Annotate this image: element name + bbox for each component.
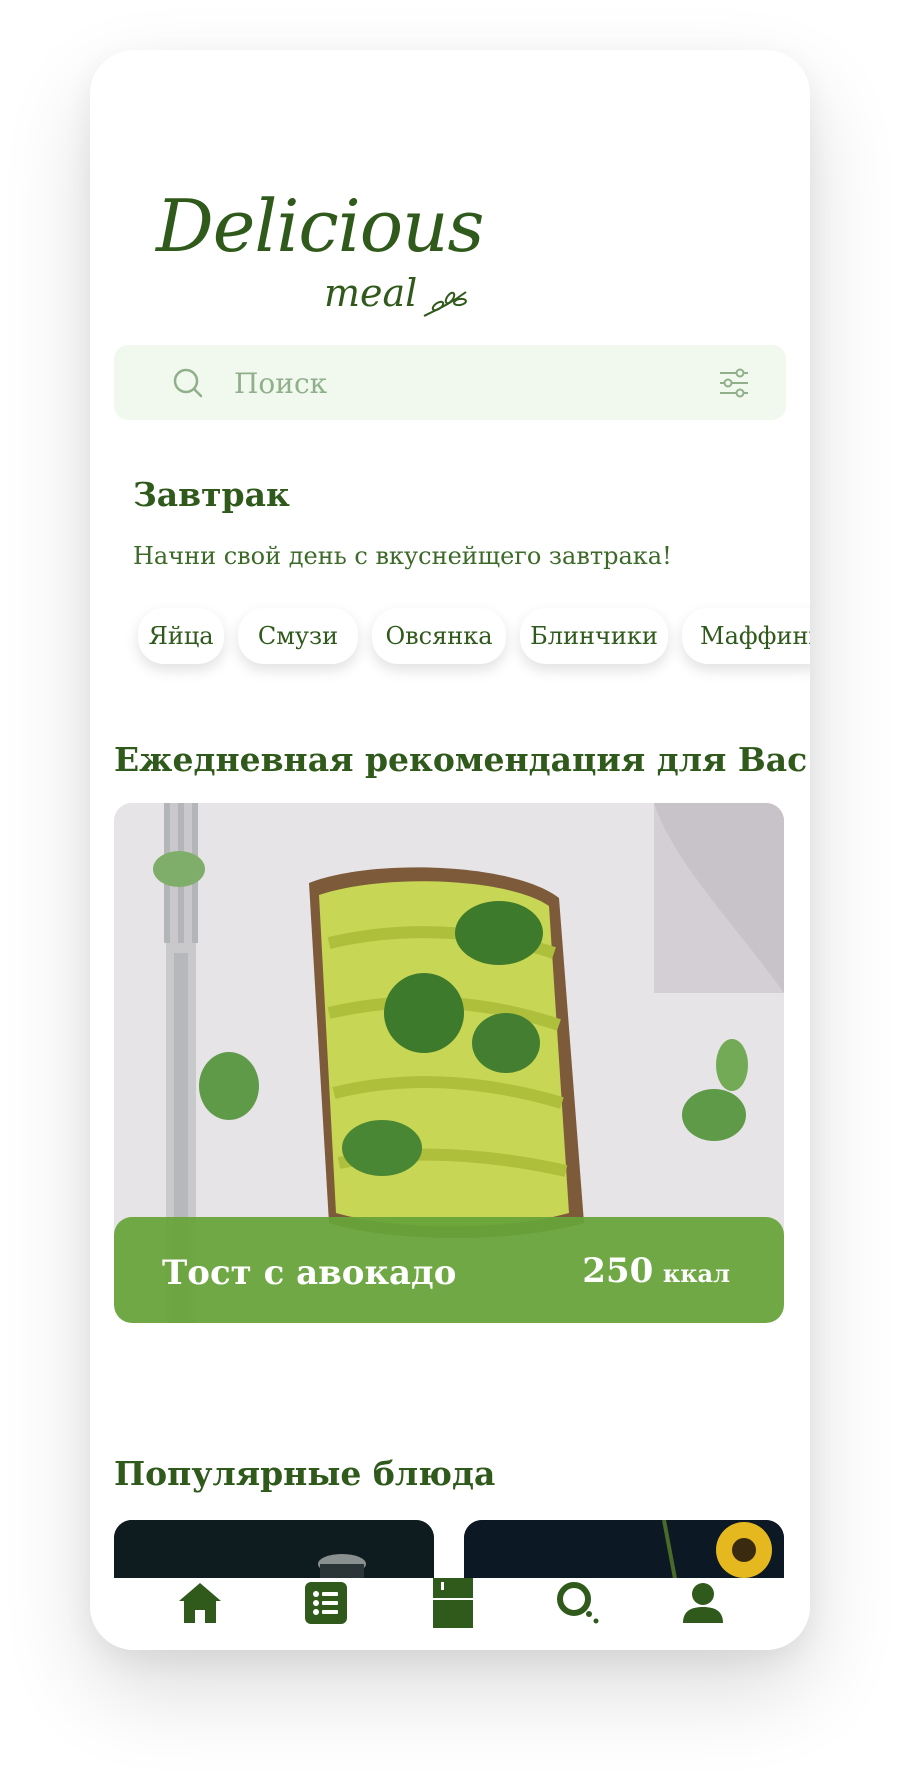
dish-name: Тост с авокадо [162,1253,457,1293]
breakfast-title: Завтрак [133,475,290,514]
dish-calories: 250 ккал [582,1251,730,1291]
fridge-icon [433,1578,473,1628]
search-bar[interactable] [114,345,786,422]
chip-oatmeal[interactable]: Овсянка [372,608,506,664]
calories-value: 250 [582,1251,654,1291]
search-input[interactable] [232,345,676,422]
filter-icon[interactable] [718,367,750,399]
recommendation-info-bar: Тост с авокадо 250 ккал [114,1217,784,1323]
breakfast-subtitle: Начни свой день с вкуснейщего завтрака! [133,542,672,570]
chip-muffins[interactable]: Маффины [682,608,810,664]
daily-recommendation-card[interactable]: Тост с авокадо 250 ккал [114,803,784,1323]
chip-smoothie[interactable]: Смузи [238,608,358,664]
profile-icon [683,1583,723,1623]
calories-unit: ккал [662,1259,730,1288]
logo-sub-text: meal [324,271,418,315]
home-icon [179,1583,221,1623]
nav-profile[interactable] [678,1578,728,1628]
bottom-navigation [90,1578,810,1650]
daily-recommendation-title: Ежедневная рекомендация для Вас [114,740,808,779]
nav-fridge[interactable] [428,1578,478,1628]
chip-eggs[interactable]: Яйца [138,608,224,664]
logo-main-text: Delicious [156,184,484,268]
search-icon [557,1582,599,1624]
nav-list[interactable] [301,1578,351,1628]
app-logo: Delicious meal [156,190,484,360]
chip-pancakes[interactable]: Блинчики [520,608,668,664]
category-chips: Яйца Смузи Овсянка Блинчики Маффины [138,608,810,678]
nav-home[interactable] [175,1578,225,1628]
nav-search[interactable] [553,1578,603,1628]
list-icon [305,1582,347,1624]
leaf-icon [423,291,467,317]
search-icon [173,368,203,398]
popular-dishes-title: Популярные блюда [114,1454,496,1493]
phone-screen: Delicious meal Завтрак Начни свой день с… [90,50,810,1650]
